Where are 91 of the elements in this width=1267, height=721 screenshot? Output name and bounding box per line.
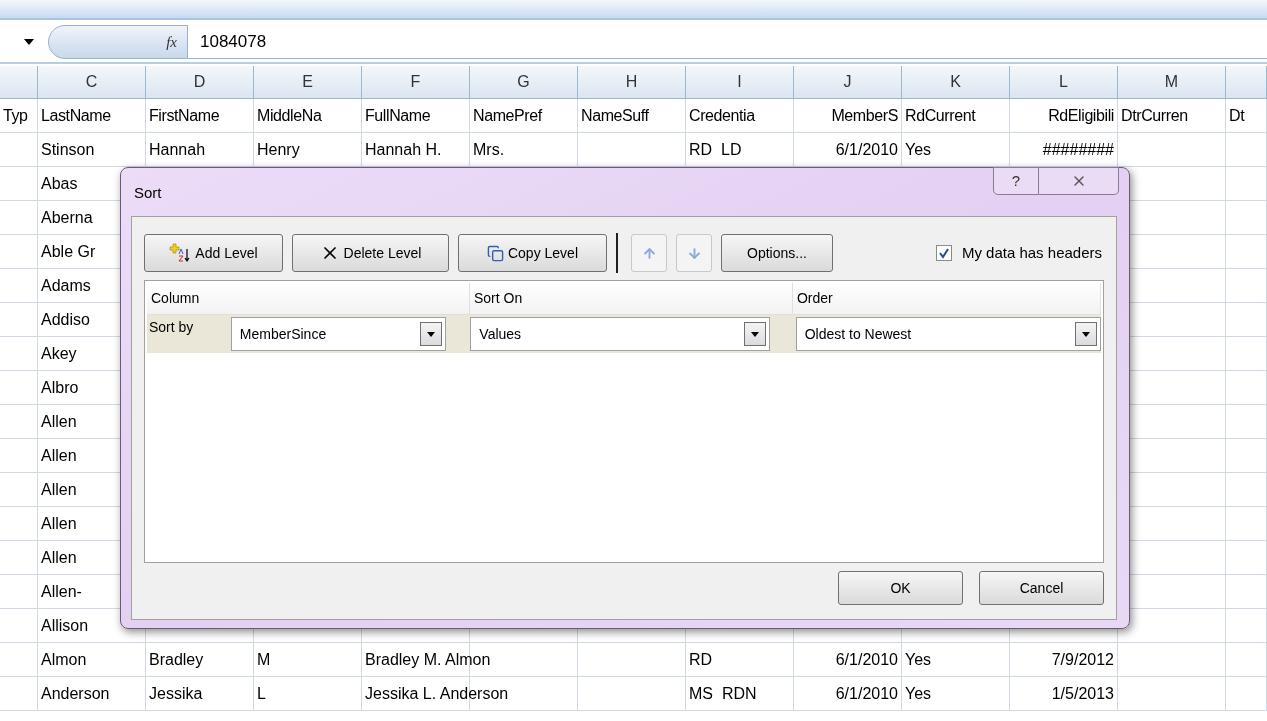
table-cell-text: RD LD: [689, 139, 742, 160]
checkbox[interactable]: [935, 245, 952, 261]
table-cell-text: Addiso: [41, 309, 90, 330]
table-cell-text: 6/1/2010: [835, 683, 898, 704]
table-cell-text: RD: [689, 649, 713, 670]
table-cell-text: L: [257, 683, 266, 704]
formula-field[interactable]: 1084078: [188, 25, 1267, 59]
add-sort-icon: [169, 243, 192, 263]
table-cell-text: RdCurrent: [905, 105, 976, 126]
table-cell-text: Henry: [257, 139, 300, 160]
table-cell-text: 6/1/2010: [835, 139, 898, 160]
table-cell-text: Allen: [41, 479, 77, 500]
dropdown-field[interactable]: Values: [470, 317, 770, 351]
list-header: Order: [792, 283, 1101, 314]
table-cell-text: Allen: [41, 547, 77, 568]
table-cell-text: Mrs.: [473, 139, 505, 160]
column-letter[interactable]: J: [843, 70, 852, 94]
list-header: Column: [147, 283, 470, 314]
table-cell-text: LastName: [41, 105, 111, 126]
table-cell-text: Allen: [41, 513, 77, 534]
table-cell-text: 7/9/2012: [1051, 649, 1114, 670]
toolbar-button[interactable]: Delete Level: [292, 234, 449, 272]
column-letter[interactable]: M: [1164, 70, 1179, 94]
help-button[interactable]: ?: [993, 167, 1039, 195]
table-cell-text: Jessika: [149, 683, 203, 704]
table-cell-text: Allen: [41, 411, 77, 432]
column-letter[interactable]: K: [950, 70, 961, 94]
column-letter[interactable]: H: [625, 70, 638, 94]
sort-level-row[interactable]: Sort by MemberSince Values Oldest to Newest: [147, 315, 1101, 353]
table-cell-text: Hannah: [149, 139, 206, 160]
table-cell-text: 1/5/2013: [1051, 683, 1114, 704]
dialog-button[interactable]: OK: [838, 571, 963, 605]
table-cell-text: Adams: [41, 275, 91, 296]
dialog-title: Sort: [134, 183, 162, 203]
toolbar-button[interactable]: Add Level: [144, 234, 283, 272]
table-cell-text: Allison: [41, 615, 89, 636]
function-label[interactable]: fx: [166, 30, 177, 54]
table-cell-text: Typ: [3, 105, 28, 126]
table-cell-text: 6/1/2010: [835, 649, 898, 670]
table-cell-text: Allen-: [41, 581, 82, 602]
caret-icon: [427, 331, 436, 337]
table-cell-text: MiddleNa: [257, 105, 322, 126]
column-letter[interactable]: D: [193, 70, 206, 94]
table-cell-text: MS RDN: [689, 683, 757, 704]
list-header: Sort On: [469, 283, 793, 314]
table-cell-text: Jessika L. Anderson: [365, 683, 509, 704]
table-cell-text: Dt: [1229, 105, 1245, 126]
column-letter[interactable]: C: [85, 70, 98, 94]
table-cell-text: Bradley M. Almon: [365, 649, 491, 670]
column-letter[interactable]: E: [302, 70, 313, 94]
column-letter[interactable]: F: [410, 70, 421, 94]
arrow-down-icon: [686, 245, 702, 261]
table-cell-text: Akey: [41, 343, 77, 364]
dropdown-field[interactable]: Oldest to Newest: [795, 317, 1101, 351]
table-cell-text: Albro: [41, 377, 79, 398]
row-label: Sort by: [148, 318, 195, 337]
column-letter[interactable]: L: [1059, 70, 1068, 94]
table-cell-text: Yes: [905, 139, 932, 160]
table-cell-text: FullName: [365, 105, 431, 126]
table-cell-text: NamePref: [473, 105, 542, 126]
dropdown-field[interactable]: MemberSince: [230, 317, 447, 351]
copy-icon: [486, 244, 504, 262]
table-cell-text: Anderson: [41, 683, 110, 704]
table-cell-text: DtrCurren: [1121, 105, 1188, 126]
caret-icon: [1082, 331, 1090, 337]
table-cell-text: Credentia: [689, 105, 755, 126]
column-letter[interactable]: I: [737, 70, 742, 94]
toolbar-button[interactable]: Options...: [721, 234, 833, 272]
table-cell-text: M: [257, 649, 271, 670]
table-cell-text: RdEligibili: [1048, 105, 1114, 126]
table-cell-text: MemberS: [831, 105, 898, 126]
table-cell-text: Almon: [41, 649, 87, 670]
caret-icon: [750, 331, 759, 337]
table-cell-text: Abas: [41, 173, 78, 194]
toolbar-button[interactable]: Copy Level: [458, 234, 607, 272]
table-cell-text: Able Gr: [41, 241, 96, 262]
table-cell-text: ########: [1042, 139, 1114, 160]
table-cell-text: Yes: [905, 683, 932, 704]
caret-icon: [24, 39, 34, 45]
dialog-button[interactable]: Cancel: [979, 571, 1104, 605]
table-cell-text: FirstName: [149, 105, 220, 126]
table-cell-text: Yes: [905, 649, 932, 670]
table-cell-text: Aberna: [41, 207, 93, 228]
table-cell-text: Allen: [41, 445, 77, 466]
table-cell-text: Stinson: [41, 139, 95, 160]
table-cell-text: Hannah H.: [365, 139, 442, 160]
checkbox-label: My data has headers: [961, 242, 1102, 263]
close-button[interactable]: [1039, 167, 1119, 195]
column-letter[interactable]: G: [517, 70, 530, 94]
table-cell-text: Bradley: [149, 649, 204, 670]
table-cell-text: NameSuff: [581, 105, 649, 126]
